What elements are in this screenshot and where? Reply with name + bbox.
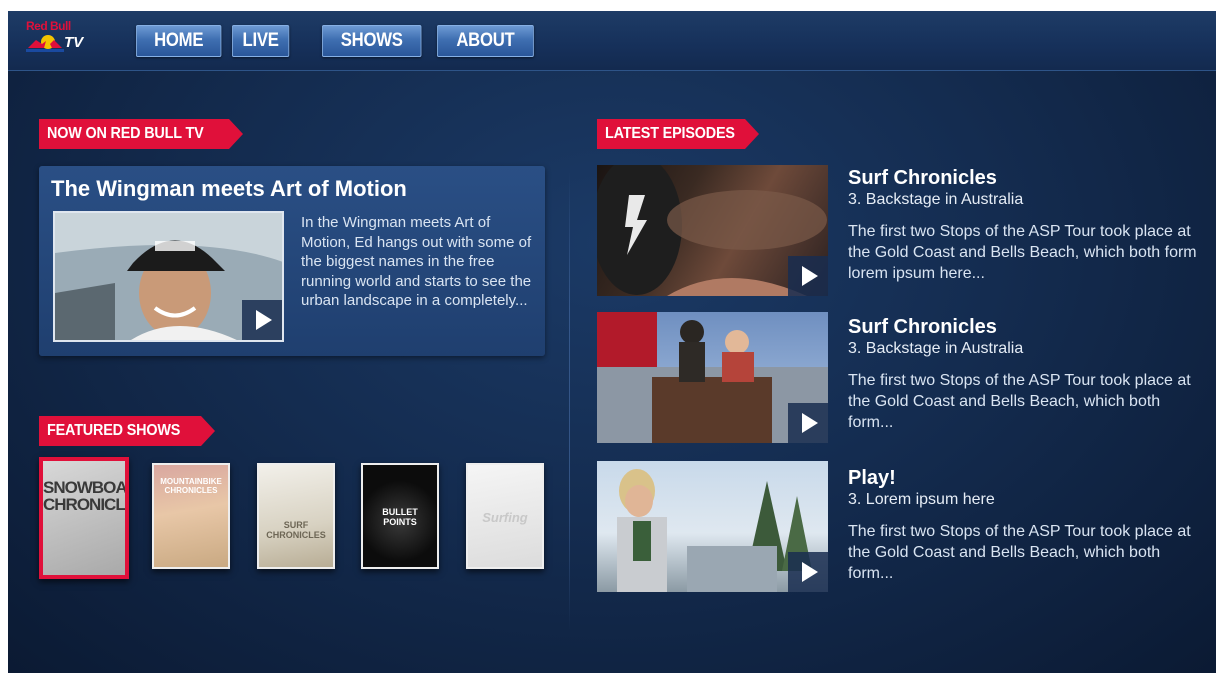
nav-home-wrap: HOME xyxy=(136,25,222,57)
nav-shows-button[interactable]: SHOWS xyxy=(322,25,422,57)
play-icon[interactable] xyxy=(788,256,828,296)
logo-tv-text: TV xyxy=(64,34,84,51)
nav-home-button[interactable]: HOME xyxy=(136,25,222,57)
episode-text-1: Surf Chronicles 3. Backstage in Australi… xyxy=(848,167,1198,284)
top-bar: Red Bull TV HOME LIVE SHOWS ABOUT xyxy=(8,11,1216,71)
now-on-title: The Wingman meets Art of Motion xyxy=(51,176,407,201)
nav-live-button[interactable]: LIVE xyxy=(232,25,290,57)
episode-thumbnail-2[interactable] xyxy=(597,312,828,443)
now-on-thumbnail[interactable] xyxy=(53,211,284,342)
tv-screen: Red Bull TV HOME LIVE SHOWS ABOUT NOW ON… xyxy=(8,11,1216,673)
episode-title[interactable]: Surf Chronicles xyxy=(848,316,1198,338)
latest-episodes-heading-text: LATEST EPISODES xyxy=(605,125,735,142)
episode-description: The first two Stops of the ASP Tour took… xyxy=(848,372,1191,431)
episode-description: The first two Stops of the ASP Tour took… xyxy=(848,223,1197,282)
now-on-description: In the Wingman meets Art of Motion, Ed h… xyxy=(301,214,532,309)
episode-text-2: Surf Chronicles 3. Backstage in Australi… xyxy=(848,316,1198,433)
show-tile-surfing[interactable]: Surfing xyxy=(466,463,544,569)
red-bull-tv-logo[interactable]: Red Bull TV xyxy=(26,20,88,62)
play-icon[interactable] xyxy=(788,552,828,592)
nav-about-button[interactable]: ABOUT xyxy=(437,25,534,57)
show-tile-label: SURF CHRONICLES xyxy=(266,520,326,540)
now-on-heading: NOW ON RED BULL TV xyxy=(39,119,243,149)
episode-text-3: Play! 3. Lorem ipsum here The first two … xyxy=(848,467,1198,584)
nav-shows-wrap: SHOWS xyxy=(322,25,427,57)
show-tile-label: Surfing xyxy=(482,510,528,525)
episode-title[interactable]: Play! xyxy=(848,467,1198,489)
latest-episodes-heading: LATEST EPISODES xyxy=(597,119,759,149)
episode-description: The first two Stops of the ASP Tour took… xyxy=(848,523,1191,582)
show-tile-mountainbike[interactable]: MOUNTAINBIKE CHRONICLES xyxy=(152,463,230,569)
featured-shows-heading-text: FEATURED SHOWS xyxy=(47,422,181,439)
episode-thumbnail-1[interactable] xyxy=(597,165,828,296)
episode-subtitle: 3. Lorem ipsum here xyxy=(848,491,995,508)
show-tile-label: SNOWBOARD CHRONICLES xyxy=(43,478,127,514)
main-nav: HOME LIVE SHOWS ABOUT xyxy=(136,25,534,57)
bulls-icon xyxy=(26,35,64,52)
now-on-card[interactable]: The Wingman meets Art of Motion In the W… xyxy=(39,166,545,356)
column-divider xyxy=(569,171,570,631)
featured-shows-row: SNOWBOARD CHRONICLES MOUNTAINBIKE CHRONI… xyxy=(39,457,559,587)
show-tile-snowboard[interactable]: SNOWBOARD CHRONICLES xyxy=(39,457,129,579)
show-tile-label: MOUNTAINBIKE CHRONICLES xyxy=(160,477,222,495)
logo-text: Red Bull xyxy=(26,19,71,33)
show-tile-label: BULLET POINTS xyxy=(382,507,418,527)
show-tile-bullet-points[interactable]: BULLET POINTS xyxy=(361,463,439,569)
featured-shows-heading: FEATURED SHOWS xyxy=(39,416,215,446)
episode-thumbnail-3[interactable] xyxy=(597,461,828,592)
show-tile-surf[interactable]: SURF CHRONICLES xyxy=(257,463,335,569)
play-icon[interactable] xyxy=(788,403,828,443)
now-on-heading-text: NOW ON RED BULL TV xyxy=(47,125,204,142)
episode-subtitle: 3. Backstage in Australia xyxy=(848,340,1024,357)
episode-subtitle: 3. Backstage in Australia xyxy=(848,191,1024,208)
episode-title[interactable]: Surf Chronicles xyxy=(848,167,1198,189)
play-icon[interactable] xyxy=(242,300,282,340)
nav-live-wrap: LIVE xyxy=(232,25,312,57)
nav-about-wrap: ABOUT xyxy=(437,25,534,57)
